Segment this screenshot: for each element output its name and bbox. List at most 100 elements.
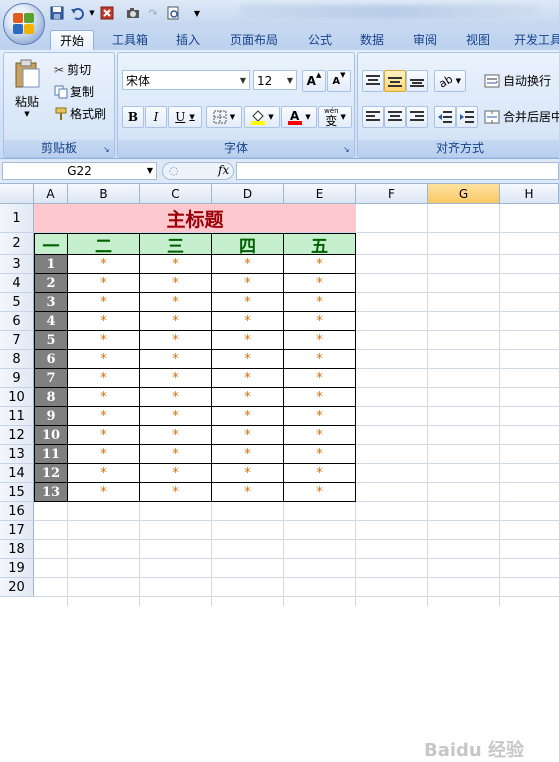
row-header-11[interactable]: 11 — [0, 407, 34, 426]
row-header-17[interactable]: 17 — [0, 521, 34, 540]
underline-button[interactable]: U ▼ — [168, 106, 202, 128]
align-left-button[interactable] — [362, 106, 384, 128]
star-cell[interactable]: * — [140, 426, 212, 445]
row-header-4[interactable]: 4 — [0, 274, 34, 293]
star-cell[interactable]: * — [68, 388, 140, 407]
format-painter-button[interactable]: 格式刷 — [54, 105, 106, 122]
star-cell[interactable]: * — [284, 369, 356, 388]
star-cell[interactable]: * — [212, 255, 284, 274]
phonetic-button[interactable]: wén 变 ▼ — [318, 106, 352, 128]
star-cell[interactable]: * — [212, 445, 284, 464]
star-cell[interactable]: * — [284, 445, 356, 464]
star-cell[interactable]: * — [212, 331, 284, 350]
row-header-20[interactable]: 20 — [0, 578, 34, 597]
tab-view[interactable]: 视图 — [458, 30, 498, 50]
star-cell[interactable]: * — [140, 388, 212, 407]
star-cell[interactable]: * — [284, 293, 356, 312]
row-header-16[interactable]: 16 — [0, 502, 34, 521]
star-cell[interactable]: * — [212, 293, 284, 312]
row-header-5[interactable]: 5 — [0, 293, 34, 312]
star-cell[interactable]: * — [68, 312, 140, 331]
row-number-cell[interactable]: 7 — [34, 369, 68, 388]
star-cell[interactable]: * — [284, 255, 356, 274]
star-cell[interactable]: * — [284, 464, 356, 483]
shrink-font-button[interactable]: A ▼ — [327, 70, 351, 92]
fill-color-button[interactable]: ▼ — [244, 106, 280, 128]
row-header-6[interactable]: 6 — [0, 312, 34, 331]
column-header-c[interactable]: C — [140, 184, 212, 204]
star-cell[interactable]: * — [212, 388, 284, 407]
borders-button[interactable]: ▼ — [206, 106, 242, 128]
select-all-corner[interactable] — [0, 184, 34, 204]
star-cell[interactable]: * — [140, 331, 212, 350]
increase-indent-button[interactable] — [456, 106, 478, 128]
row-number-cell[interactable]: 2 — [34, 274, 68, 293]
row-number-cell[interactable]: 12 — [34, 464, 68, 483]
wrap-text-button[interactable]: 自动换行 — [484, 72, 551, 89]
column-header-a[interactable]: A — [34, 184, 68, 204]
header-cell[interactable]: 三 — [140, 233, 212, 257]
decrease-indent-button[interactable] — [434, 106, 456, 128]
header-cell[interactable]: 四 — [212, 233, 284, 257]
row-header-18[interactable]: 18 — [0, 540, 34, 559]
save-icon[interactable] — [48, 4, 66, 22]
font-color-button[interactable]: A ▼ — [281, 106, 317, 128]
row-number-cell[interactable]: 5 — [34, 331, 68, 350]
close-file-icon[interactable] — [98, 4, 116, 22]
merge-center-button[interactable]: 合并后居中 — [484, 108, 559, 125]
row-number-cell[interactable]: 9 — [34, 407, 68, 426]
font-name-combo[interactable]: 宋体 ▼ — [122, 70, 250, 90]
tab-formulas[interactable]: 公式 — [300, 30, 340, 50]
star-cell[interactable]: * — [140, 369, 212, 388]
star-cell[interactable]: * — [284, 407, 356, 426]
star-cell[interactable]: * — [68, 426, 140, 445]
star-cell[interactable]: * — [68, 293, 140, 312]
align-middle-button[interactable] — [384, 70, 406, 92]
star-cell[interactable]: * — [68, 464, 140, 483]
orientation-button[interactable]: ab ▼ — [434, 70, 466, 92]
tab-page-layout[interactable]: 页面布局 — [222, 30, 286, 50]
office-button[interactable] — [3, 3, 45, 45]
worksheet-grid[interactable]: ABCDEFGH 1 2 3 4 5 6 7 8 9 10 11 12 13 14 15 16 17 18 19 20… — [0, 184, 559, 761]
tab-data[interactable]: 数据 — [352, 30, 392, 50]
paste-button[interactable]: 粘贴 ▼ — [10, 59, 44, 125]
star-cell[interactable]: * — [212, 274, 284, 293]
star-cell[interactable]: * — [140, 350, 212, 369]
row-number-cell[interactable]: 10 — [34, 426, 68, 445]
star-cell[interactable]: * — [140, 464, 212, 483]
row-number-cell[interactable]: 1 — [34, 255, 68, 274]
align-right-button[interactable] — [406, 106, 428, 128]
row-header-9[interactable]: 9 — [0, 369, 34, 388]
italic-button[interactable]: I — [145, 106, 167, 128]
star-cell[interactable]: * — [68, 483, 140, 502]
star-cell[interactable]: * — [284, 483, 356, 502]
star-cell[interactable]: * — [68, 350, 140, 369]
formula-bar-handle-icon[interactable]: ◌ — [169, 164, 179, 177]
star-cell[interactable]: * — [284, 350, 356, 369]
star-cell[interactable]: * — [212, 312, 284, 331]
bold-button[interactable]: B — [122, 106, 144, 128]
star-cell[interactable]: * — [140, 483, 212, 502]
row-header-1[interactable]: 1 — [0, 204, 34, 233]
grow-font-button[interactable]: A ▲ — [302, 70, 326, 92]
cut-button[interactable]: ✂ 剪切 — [54, 61, 91, 78]
star-cell[interactable]: * — [68, 407, 140, 426]
star-cell[interactable]: * — [212, 483, 284, 502]
star-cell[interactable]: * — [68, 255, 140, 274]
insert-function-icon[interactable]: fx — [218, 163, 229, 177]
star-cell[interactable]: * — [284, 274, 356, 293]
star-cell[interactable]: * — [140, 407, 212, 426]
star-cell[interactable]: * — [68, 331, 140, 350]
row-header-13[interactable]: 13 — [0, 445, 34, 464]
name-box[interactable]: G22 ▼ — [2, 162, 157, 180]
camera-icon[interactable] — [124, 4, 142, 22]
print-preview-icon[interactable] — [164, 4, 182, 22]
customize-qat-icon[interactable]: ▼ — [188, 4, 206, 22]
row-header-10[interactable]: 10 — [0, 388, 34, 407]
star-cell[interactable]: * — [68, 445, 140, 464]
row-number-cell[interactable]: 4 — [34, 312, 68, 331]
star-cell[interactable]: * — [284, 312, 356, 331]
row-header-7[interactable]: 7 — [0, 331, 34, 350]
font-launcher-icon[interactable]: ↘ — [343, 145, 352, 154]
header-cell[interactable]: 一 — [34, 233, 68, 257]
